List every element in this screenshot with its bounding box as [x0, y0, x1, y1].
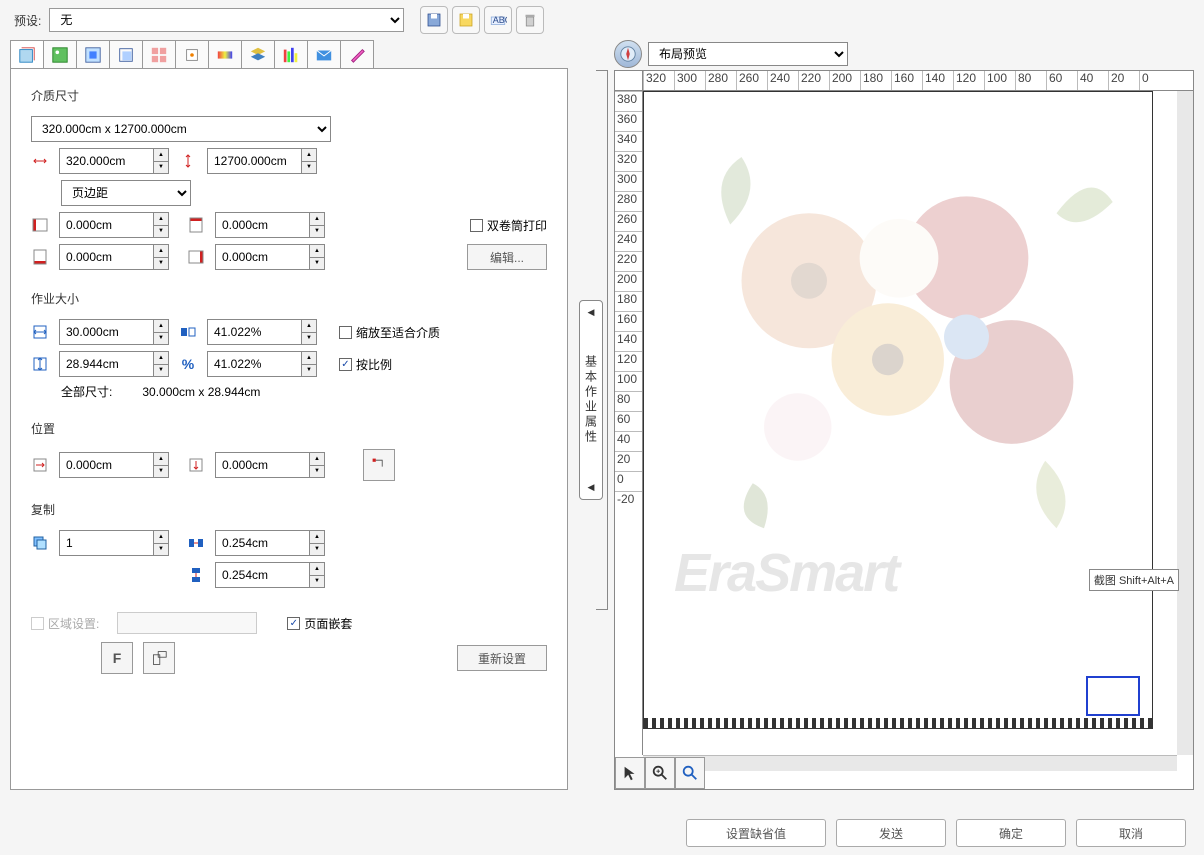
vertical-tab[interactable]: ◀ 基本作业属性 ◀ — [579, 300, 603, 500]
keep-ratio-checkbox[interactable]: ✓按比例 — [339, 356, 392, 373]
preview-mode-select[interactable]: 布局预览 — [648, 42, 848, 66]
height-icon — [179, 153, 197, 169]
tab-layers-icon[interactable] — [241, 40, 275, 68]
margin-top-icon — [187, 217, 205, 233]
reset-button[interactable]: 重新设置 — [457, 645, 547, 671]
margin-bottom-icon — [31, 249, 49, 265]
job-width-percent-icon — [179, 324, 197, 340]
cancel-button[interactable]: 取消 — [1076, 819, 1186, 847]
margin-select[interactable]: 页边距 — [61, 180, 191, 206]
pos-y-input[interactable]: ▲▼ — [215, 452, 325, 478]
tab-gradient-icon[interactable] — [208, 40, 242, 68]
margin-right-icon — [187, 249, 205, 265]
region-input — [117, 612, 257, 634]
job-height-percent-input[interactable]: ▲▼ — [207, 351, 317, 377]
tab-brush-icon[interactable] — [340, 40, 374, 68]
gap-h-icon — [187, 535, 205, 551]
job-height-icon — [31, 356, 49, 372]
media-size-title: 介质尺寸 — [31, 87, 547, 104]
job-size-title: 作业大小 — [31, 290, 547, 307]
tab-colorbars-icon[interactable] — [274, 40, 308, 68]
save-icon[interactable] — [420, 6, 448, 34]
send-button[interactable]: 发送 — [836, 819, 946, 847]
job-width-input[interactable]: ▲▼ — [59, 319, 169, 345]
margin-right-input[interactable]: ▲▼ — [215, 244, 325, 270]
svg-text:ABC: ABC — [493, 15, 507, 25]
triangle-left-icon: ◀ — [588, 307, 595, 318]
compass-icon[interactable] — [614, 40, 642, 68]
vertical-scrollbar[interactable] — [1177, 91, 1193, 755]
gap-v-input[interactable]: ▲▼ — [215, 562, 325, 588]
selection-box — [1086, 676, 1140, 716]
zoom-fit-icon[interactable] — [675, 757, 705, 789]
ruler-horizontal: 3203002802602402202001801601401201008060… — [643, 71, 1193, 91]
save-as-icon[interactable] — [452, 6, 480, 34]
media-size-select[interactable]: 320.000cm x 12700.000cm — [31, 116, 331, 142]
margin-left-input[interactable]: ▲▼ — [59, 212, 169, 238]
job-height-input[interactable]: ▲▼ — [59, 351, 169, 377]
tab-crop-icon[interactable] — [109, 40, 143, 68]
ok-button[interactable]: 确定 — [956, 819, 1066, 847]
percent-icon: % — [179, 356, 197, 372]
pos-x-icon — [31, 457, 49, 473]
tab-image-icon[interactable] — [43, 40, 77, 68]
artwork-preview — [674, 112, 1124, 562]
fit-media-checkbox[interactable]: 缩放至适合介质 — [339, 324, 440, 341]
margin-top-input[interactable]: ▲▼ — [215, 212, 325, 238]
settings-panel: 介质尺寸 320.000cm x 12700.000cm ▲▼ ▲▼ 页边距 ▲… — [10, 68, 568, 790]
tab-tile-icon[interactable] — [142, 40, 176, 68]
fullsize-value: 30.000cm x 28.944cm — [142, 385, 260, 399]
media-width-input[interactable]: ▲▼ — [59, 148, 169, 174]
tab-layout-icon[interactable] — [10, 40, 44, 68]
rename-icon[interactable]: ABC — [484, 6, 512, 34]
preset-select[interactable]: 无 — [49, 8, 404, 32]
canvas[interactable]: EraSmart — [643, 91, 1193, 755]
dual-reel-checkbox[interactable]: 双卷筒打印 — [470, 217, 547, 234]
preset-label: 预设: — [14, 12, 41, 29]
width-icon — [31, 153, 49, 169]
fullsize-label: 全部尺寸: — [61, 383, 112, 400]
tab-registration-icon[interactable] — [76, 40, 110, 68]
pos-y-icon — [187, 457, 205, 473]
position-title: 位置 — [31, 420, 547, 437]
media-height-input[interactable]: ▲▼ — [207, 148, 317, 174]
region-checkbox: 区域设置: — [31, 615, 99, 632]
tab-envelope-icon[interactable] — [307, 40, 341, 68]
canvas-page: EraSmart — [643, 91, 1153, 729]
watermark: EraSmart — [674, 542, 1154, 604]
job-width-icon — [31, 324, 49, 340]
preview-area: 3203002802602402202001801601401201008060… — [614, 70, 1194, 790]
pos-x-input[interactable]: ▲▼ — [59, 452, 169, 478]
gap-h-input[interactable]: ▲▼ — [215, 530, 325, 556]
copy-count-icon — [31, 535, 49, 551]
copy-title: 复制 — [31, 501, 547, 518]
set-default-button[interactable]: 设置缺省值 — [686, 819, 826, 847]
job-width-percent-input[interactable]: ▲▼ — [207, 319, 317, 345]
screenshot-tooltip: 截图 Shift+Alt+A — [1089, 569, 1179, 591]
ruler-vertical: 3803603403203002802602402202001801601401… — [615, 91, 643, 755]
copy-count-input[interactable]: ▲▼ — [59, 530, 169, 556]
edit-button[interactable]: 编辑... — [467, 244, 547, 270]
f-button[interactable]: F — [101, 642, 133, 674]
pointer-tool-icon[interactable] — [615, 757, 645, 789]
anchor-button[interactable] — [363, 449, 395, 481]
margin-left-icon — [31, 217, 49, 233]
tab-adjust-icon[interactable] — [175, 40, 209, 68]
zoom-tool-icon[interactable] — [645, 757, 675, 789]
orientation-button[interactable] — [143, 642, 175, 674]
delete-icon[interactable] — [516, 6, 544, 34]
triangle-left-icon: ◀ — [588, 482, 595, 493]
tab-strip — [10, 40, 568, 68]
nest-checkbox[interactable]: ✓页面嵌套 — [287, 615, 352, 632]
horizontal-scrollbar[interactable] — [643, 755, 1177, 771]
gap-v-icon — [187, 567, 205, 583]
margin-bottom-input[interactable]: ▲▼ — [59, 244, 169, 270]
